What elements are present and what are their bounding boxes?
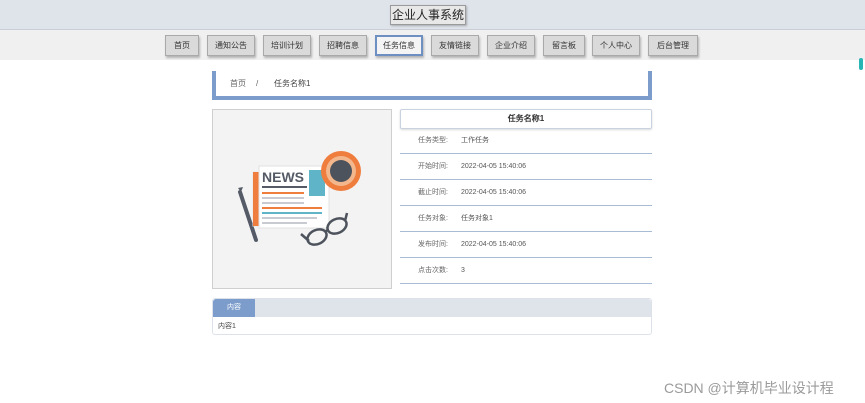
detail-label: 发布时间: <box>418 241 448 248</box>
nav-item-messages[interactable]: 留言板 <box>543 35 585 56</box>
breadcrumb-current: 任务名称1 <box>274 79 311 88</box>
svg-text:NEWS: NEWS <box>262 169 304 185</box>
content-section: 内容 内容1 <box>212 298 652 335</box>
content-tab-bar: 内容 <box>213 299 651 317</box>
nav-item-profile[interactable]: 个人中心 <box>592 35 640 56</box>
header-bar: 企业人事系统 <box>0 0 865 30</box>
detail-row-publish-time: 发布时间: 2022-04-05 15:40:06 <box>400 232 652 258</box>
detail-value: 3 <box>461 267 465 274</box>
nav-item-tasks[interactable]: 任务信息 <box>375 35 423 56</box>
nav-item-training[interactable]: 培训计划 <box>263 35 311 56</box>
task-image: NEWS <box>212 109 392 289</box>
nav-item-recruitment[interactable]: 招聘信息 <box>319 35 367 56</box>
site-title: 企业人事系统 <box>390 5 466 25</box>
nav-item-home[interactable]: 首页 <box>165 35 199 56</box>
breadcrumb-separator: / <box>256 79 259 88</box>
nav-bar: 首页 通知公告 培训计划 招聘信息 任务信息 友情链接 企业介绍 留言板 个人中… <box>0 30 865 60</box>
nav-item-notices[interactable]: 通知公告 <box>207 35 255 56</box>
breadcrumb: 首页 / 任务名称1 <box>212 71 652 100</box>
breadcrumb-home-link[interactable]: 首页 <box>230 71 246 96</box>
detail-label: 开始时间: <box>418 163 448 170</box>
detail-label: 截止时间: <box>418 189 448 196</box>
nav-item-admin[interactable]: 后台管理 <box>648 35 698 56</box>
task-title: 任务名称1 <box>400 109 652 129</box>
detail-row-start-time: 开始时间: 2022-04-05 15:40:06 <box>400 154 652 180</box>
detail-value: 2022-04-05 15:40:06 <box>461 241 526 248</box>
detail-value: 2022-04-05 15:40:06 <box>461 163 526 170</box>
detail-label: 任务类型: <box>418 137 448 144</box>
detail-label: 点击次数: <box>418 267 448 274</box>
detail-row-task-type: 任务类型: 工作任务 <box>400 128 652 154</box>
task-detail-panel: 任务名称1 任务类型: 工作任务 开始时间: 2022-04-05 15:40:… <box>400 109 652 284</box>
detail-value: 任务对象1 <box>461 215 493 222</box>
tab-content[interactable]: 内容 <box>213 299 255 317</box>
csdn-watermark: CSDN @计算机毕业设计程 <box>664 380 834 396</box>
detail-value: 2022-04-05 15:40:06 <box>461 189 526 196</box>
detail-row-task-target: 任务对象: 任务对象1 <box>400 206 652 232</box>
nav-item-company[interactable]: 企业介绍 <box>487 35 535 56</box>
detail-row-deadline: 截止时间: 2022-04-05 15:40:06 <box>400 180 652 206</box>
nav-item-links[interactable]: 友情链接 <box>431 35 479 56</box>
newspaper-coffee-glasses-icon: NEWS <box>238 151 361 246</box>
detail-value: 工作任务 <box>461 137 489 144</box>
content-text: 内容1 <box>218 323 236 330</box>
detail-label: 任务对象: <box>418 215 448 222</box>
detail-row-click-count: 点击次数: 3 <box>400 258 652 284</box>
scrollbar-thumb[interactable] <box>859 58 863 70</box>
